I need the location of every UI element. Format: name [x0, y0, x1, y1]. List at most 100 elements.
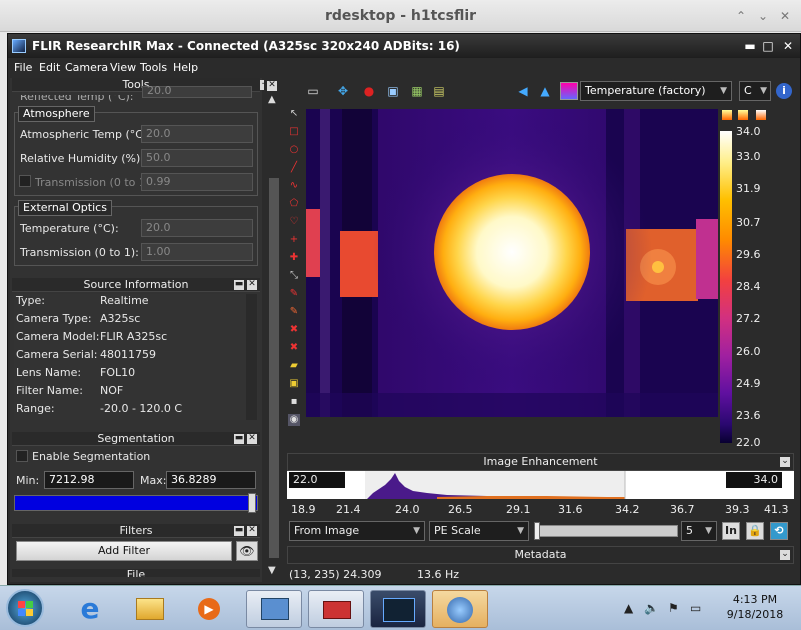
- floppy-icon[interactable]: ▪: [288, 396, 300, 408]
- colorbar-top-icon[interactable]: [722, 110, 732, 120]
- optics-trans-field[interactable]: 1.00: [141, 243, 253, 261]
- internet-explorer-icon[interactable]: e: [62, 590, 118, 628]
- control-panel-icon[interactable]: [246, 590, 302, 628]
- palette-select[interactable]: Temperature (factory) ▼: [580, 81, 732, 101]
- menu-file[interactable]: File: [14, 61, 32, 74]
- reflected-temp-field[interactable]: 20.0: [142, 85, 252, 98]
- menu-help[interactable]: Help: [173, 61, 198, 74]
- edit-roi-icon[interactable]: ✎: [288, 288, 300, 300]
- segmentation-range-bar[interactable]: [14, 495, 258, 511]
- record-icon[interactable]: ●: [360, 82, 378, 100]
- source-info-close-icon[interactable]: ✕: [247, 280, 257, 290]
- spot-roi-icon[interactable]: +: [288, 234, 300, 246]
- edit-roi-alt-icon[interactable]: ✎: [288, 306, 300, 318]
- snapshot-icon[interactable]: ▣: [384, 82, 402, 100]
- count-select[interactable]: 5 ▼: [681, 521, 717, 541]
- menu-tools[interactable]: Tools: [140, 61, 167, 74]
- menu-camera[interactable]: Camera: [65, 61, 108, 74]
- enhancement-collapse-icon[interactable]: ⌄: [780, 457, 790, 467]
- eye-icon[interactable]: 👁: [236, 541, 258, 561]
- media-player-icon[interactable]: ▶: [182, 590, 238, 628]
- panel-splitter-scrollbar[interactable]: ✕ ▲ ▼: [264, 78, 283, 582]
- scroll-down-icon[interactable]: ⌄: [758, 0, 768, 32]
- clock[interactable]: 4:13 PM 9/18/2018: [720, 592, 790, 622]
- enhancement-slider[interactable]: [534, 525, 678, 537]
- flag-icon[interactable]: ⚑: [668, 601, 679, 615]
- enhancement-slider-handle[interactable]: [534, 522, 540, 540]
- enable-segmentation-checkbox[interactable]: [16, 450, 28, 462]
- seg-min-field[interactable]: 7212.98: [44, 471, 134, 489]
- save-roi-icon[interactable]: ▣: [288, 378, 300, 390]
- move-roi-icon[interactable]: ⤡: [288, 270, 300, 282]
- colorbar-mid-icon[interactable]: [738, 110, 748, 120]
- enhancement-min-field[interactable]: 22.0: [289, 472, 345, 488]
- network-icon[interactable]: ▭: [690, 601, 701, 615]
- humidity-field[interactable]: 50.0: [141, 149, 253, 167]
- delete-roi-icon[interactable]: ✖: [288, 324, 300, 336]
- line-roi-icon[interactable]: ╱: [288, 162, 300, 174]
- polyline-roi-icon[interactable]: ∿: [288, 180, 300, 192]
- filters-close-icon[interactable]: ✕: [247, 526, 257, 536]
- seg-max-field[interactable]: 36.8289: [166, 471, 256, 489]
- close-outer-icon[interactable]: ✕: [780, 0, 790, 32]
- palette-icon[interactable]: [560, 82, 578, 100]
- scale-select[interactable]: PE Scale ▼: [429, 521, 529, 541]
- segmentation-minimize-icon[interactable]: ▬: [234, 434, 244, 444]
- delete-all-roi-icon[interactable]: ✖: [288, 342, 300, 354]
- start-button[interactable]: [6, 589, 44, 627]
- transmission-checkbox[interactable]: [19, 175, 31, 187]
- rdesktop-icon[interactable]: [432, 590, 488, 628]
- toolbox-icon[interactable]: [308, 590, 364, 628]
- filters-minimize-icon[interactable]: ▬: [234, 526, 244, 536]
- image-icon[interactable]: ▦: [408, 82, 426, 100]
- lock-in-button[interactable]: In: [722, 522, 740, 540]
- lock-icon[interactable]: 🔒: [746, 522, 764, 540]
- pointer-icon[interactable]: ↖: [288, 108, 300, 120]
- source-select[interactable]: From Image ▼: [289, 521, 425, 541]
- histogram[interactable]: [287, 471, 794, 499]
- histogram-tick: 26.5: [448, 503, 473, 516]
- atm-temp-field[interactable]: 20.0: [141, 125, 253, 143]
- source-info-minimize-icon[interactable]: ▬: [234, 280, 244, 290]
- eye-roi-icon[interactable]: ◉: [288, 414, 300, 426]
- scroll-down-arrow-icon[interactable]: ▼: [268, 565, 276, 576]
- volume-icon[interactable]: 🔈: [644, 601, 659, 615]
- freehand-roi-icon[interactable]: ♡: [288, 216, 300, 228]
- triangle-left-icon[interactable]: ◀: [514, 82, 532, 100]
- spot-alt-roi-icon[interactable]: ✚: [288, 252, 300, 264]
- crosshair-icon[interactable]: ✥: [334, 82, 352, 100]
- transmission-field[interactable]: 0.99: [141, 173, 253, 191]
- layout-icon[interactable]: ▭: [304, 82, 322, 100]
- colorbar-bottom-icon[interactable]: [756, 110, 766, 120]
- image-export-icon[interactable]: ▤: [430, 82, 448, 100]
- minimize-button[interactable]: ▬: [742, 34, 758, 58]
- tray-expand-icon[interactable]: ▲: [624, 601, 633, 615]
- metadata-collapse-icon[interactable]: ⌄: [780, 550, 790, 560]
- rectangle-roi-icon[interactable]: □: [288, 126, 300, 138]
- menu-view[interactable]: View: [110, 61, 136, 74]
- triangle-split-icon[interactable]: ▲: [536, 82, 554, 100]
- add-filter-button[interactable]: Add Filter: [16, 541, 232, 561]
- enhancement-max-field[interactable]: 34.0: [726, 472, 782, 488]
- panel-close-icon[interactable]: ✕: [267, 81, 277, 91]
- segmentation-close-icon[interactable]: ✕: [247, 434, 257, 444]
- maximize-button[interactable]: □: [760, 34, 776, 58]
- auto-adjust-icon[interactable]: ⟲: [770, 522, 788, 540]
- unit-select[interactable]: C ▼: [739, 81, 771, 101]
- flir-researchir-icon[interactable]: [370, 590, 426, 628]
- segmentation-range-handle[interactable]: [248, 493, 256, 513]
- scroll-up-icon[interactable]: ⌃: [736, 0, 746, 32]
- ellipse-roi-icon[interactable]: ○: [288, 144, 300, 156]
- close-button[interactable]: ✕: [780, 34, 796, 58]
- source-info-scrollbar[interactable]: [246, 294, 257, 420]
- status-bar: (13, 235) 24.309 13.6 Hz: [287, 567, 794, 583]
- polygon-roi-icon[interactable]: ⬠: [288, 198, 300, 210]
- optics-temp-field[interactable]: 20.0: [141, 219, 253, 237]
- scroll-thumb[interactable]: [269, 178, 279, 558]
- open-roi-icon[interactable]: ▰: [288, 360, 300, 372]
- file-explorer-icon[interactable]: [122, 590, 178, 628]
- info-icon[interactable]: i: [776, 83, 792, 99]
- thermal-image[interactable]: [306, 109, 718, 417]
- menu-edit[interactable]: Edit: [39, 61, 60, 74]
- scroll-up-arrow-icon[interactable]: ▲: [268, 94, 276, 105]
